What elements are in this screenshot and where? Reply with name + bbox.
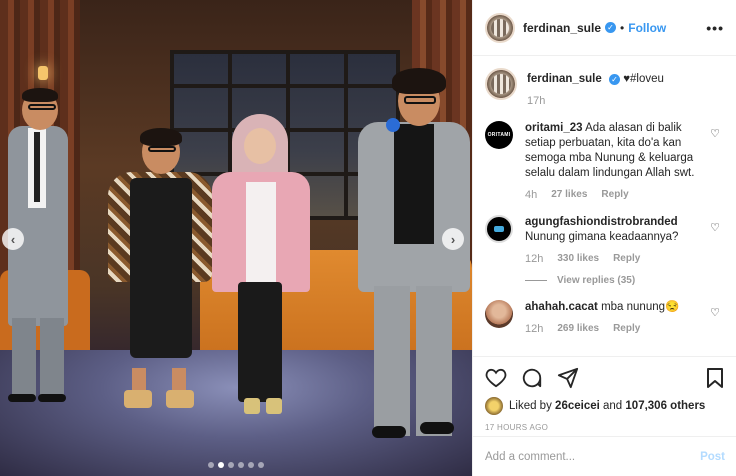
carousel-dot xyxy=(218,462,224,468)
liker-username[interactable]: 26ceicei xyxy=(555,400,600,412)
caption: ferdinan_sule ✓ ♥#loveu 17h xyxy=(485,68,724,107)
comment-likes[interactable]: 27 likes xyxy=(551,189,587,201)
caption-username[interactable]: ferdinan_sule xyxy=(527,73,602,85)
carousel-indicator xyxy=(0,462,472,468)
caption-time[interactable]: 17h xyxy=(527,95,545,107)
comment-likes[interactable]: 269 likes xyxy=(557,323,599,335)
comment-avatar[interactable]: ORITAMI xyxy=(485,121,513,149)
carousel-prev-button[interactable]: ‹ xyxy=(2,228,24,250)
view-replies-button[interactable]: View replies (35) xyxy=(525,275,710,286)
person-woman-batik xyxy=(104,128,216,418)
person-woman-hijab xyxy=(210,112,312,422)
carousel-dot xyxy=(248,462,254,468)
post-modal: ‹ › ferdinan_sule ✓ • Follow ••• ferdina… xyxy=(0,0,736,476)
comment-avatar[interactable] xyxy=(485,300,513,328)
heart-icon[interactable]: ♡ xyxy=(710,306,720,319)
comment-item: ORITAMI oritami_23 Ada alasan di balik s… xyxy=(485,121,724,201)
comment-time[interactable]: 4h xyxy=(525,189,537,201)
comment-likes[interactable]: 330 likes xyxy=(557,253,599,265)
divider xyxy=(525,280,547,281)
comment-item: ahahah.cacat mba nunung😒 12h 269 likes R… xyxy=(485,300,724,335)
comment-avatar[interactable] xyxy=(485,215,513,243)
comments-list[interactable]: ferdinan_sule ✓ ♥#loveu 17h ORITAMI orit… xyxy=(473,56,736,356)
likes-others-link[interactable]: 107,306 others xyxy=(625,400,705,412)
caption-text: ♥#loveu xyxy=(623,73,664,85)
comment-time[interactable]: 12h xyxy=(525,253,543,265)
like-heart-icon[interactable] xyxy=(485,368,507,388)
carousel-dot xyxy=(238,462,244,468)
carousel-dot xyxy=(208,462,214,468)
reply-button[interactable]: Reply xyxy=(601,189,628,201)
heart-icon[interactable]: ♡ xyxy=(710,221,720,234)
chevron-right-icon: › xyxy=(450,231,456,247)
wall-lamp xyxy=(38,66,48,80)
comment-item: agungfashiondistrobranded Nunung gimana … xyxy=(485,215,724,286)
add-comment-bar: Post xyxy=(473,436,736,476)
carousel-dot xyxy=(228,462,234,468)
share-icon[interactable] xyxy=(557,367,579,389)
caption-avatar[interactable] xyxy=(485,68,517,100)
author-avatar[interactable] xyxy=(485,12,515,43)
comment-text: Nunung gimana keadaannya? xyxy=(525,231,679,243)
separator-dot: • xyxy=(620,20,625,35)
reply-button[interactable]: Reply xyxy=(613,323,640,335)
likes-summary: Liked by 26ceicei and 107,306 others xyxy=(485,397,724,415)
more-options-icon[interactable]: ••• xyxy=(706,20,724,36)
comment-input[interactable] xyxy=(485,450,701,463)
post-timestamp[interactable]: 17 HOURS AGO xyxy=(485,423,724,432)
carousel-next-button[interactable]: › xyxy=(442,228,464,250)
comment-username[interactable]: agungfashiondistrobranded xyxy=(525,216,678,228)
verified-icon: ✓ xyxy=(608,74,620,85)
comment-username[interactable]: ahahah.cacat xyxy=(525,301,598,313)
comment-time[interactable]: 12h xyxy=(525,323,543,335)
post-side-panel: ferdinan_sule ✓ • Follow ••• ferdinan_su… xyxy=(472,0,736,476)
comment-text: mba nunung😒 xyxy=(601,301,680,313)
post-photo[interactable]: ‹ › xyxy=(0,0,472,476)
bookmark-icon[interactable] xyxy=(706,367,724,389)
reply-button[interactable]: Reply xyxy=(613,253,640,265)
heart-icon[interactable]: ♡ xyxy=(710,127,720,140)
chevron-left-icon: ‹ xyxy=(10,231,16,247)
person-man-singing xyxy=(350,66,472,446)
person-man-left xyxy=(2,88,72,418)
author-username[interactable]: ferdinan_sule xyxy=(523,21,601,35)
post-comment-button[interactable]: Post xyxy=(700,451,725,463)
comment-username[interactable]: oritami_23 xyxy=(525,122,583,134)
verified-icon: ✓ xyxy=(605,22,617,33)
liker-avatar[interactable] xyxy=(485,397,503,415)
post-header: ferdinan_sule ✓ • Follow ••• xyxy=(473,0,736,56)
comment-bubble-icon[interactable] xyxy=(521,367,543,389)
carousel-dot xyxy=(258,462,264,468)
follow-button[interactable]: Follow xyxy=(628,21,666,35)
